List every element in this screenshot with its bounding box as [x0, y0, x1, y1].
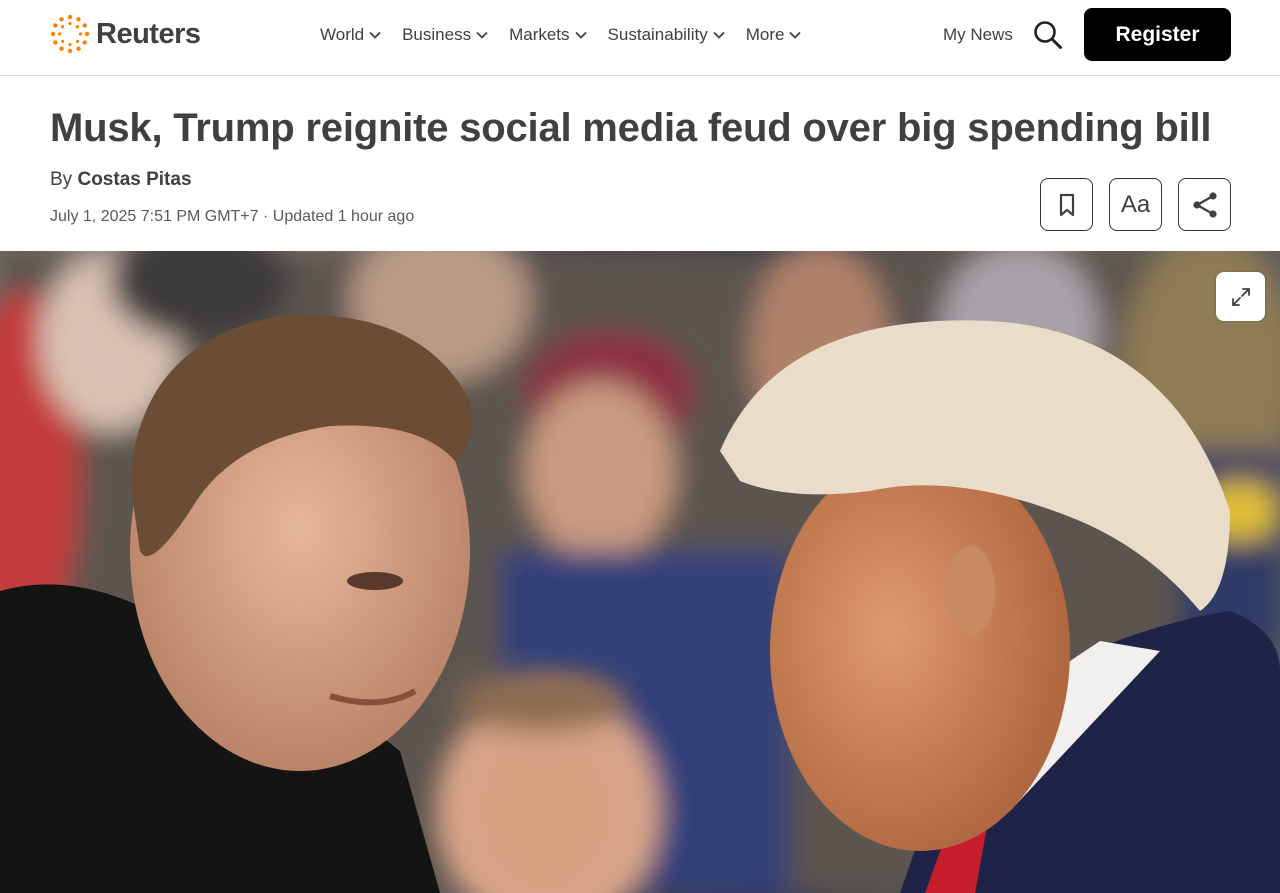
chevron-down-icon	[789, 31, 802, 39]
chevron-down-icon	[369, 31, 381, 39]
nav-item-markets[interactable]: Markets	[509, 22, 587, 48]
photo-illustration	[0, 251, 1280, 893]
nav-item-label: Business	[402, 25, 472, 44]
nav-item-more[interactable]: More	[746, 22, 803, 48]
search-button[interactable]	[1032, 19, 1064, 51]
article-headline: Musk, Trump reignite social media feud o…	[50, 106, 1212, 150]
lead-photo[interactable]	[0, 251, 1280, 893]
text-size-label: Aa	[1120, 190, 1151, 218]
nav-item-sustainability[interactable]: Sustainability	[608, 22, 726, 48]
expand-photo-button[interactable]	[1216, 272, 1265, 321]
nav-item-label: More	[745, 25, 785, 44]
brand-name: Reuters	[96, 17, 201, 50]
byline: By Costas Pitas	[50, 169, 192, 191]
nav-item-business[interactable]: Business	[402, 22, 489, 48]
main-nav: World Business Markets Sustainability Mo…	[320, 22, 802, 48]
bookmark-button[interactable]	[1040, 178, 1093, 231]
chevron-down-icon	[713, 31, 725, 39]
byline-prefix: By	[50, 169, 73, 190]
nav-item-label: Markets	[509, 25, 570, 44]
text-size-button[interactable]: Aa	[1109, 178, 1162, 231]
author-link[interactable]: Costas Pitas	[77, 169, 191, 190]
bookmark-icon	[1059, 193, 1074, 216]
reuters-logo[interactable]: Reuters	[50, 14, 201, 54]
chevron-down-icon	[574, 31, 587, 39]
register-button[interactable]: Register	[1084, 8, 1231, 61]
nav-item-world[interactable]: World	[320, 22, 382, 48]
share-button[interactable]	[1178, 178, 1231, 231]
search-icon	[1034, 21, 1062, 49]
nav-item-label: Sustainability	[607, 25, 708, 44]
article-dateline: July 1, 2025 7:51 PM GMT+7 · Updated 1 h…	[50, 208, 415, 225]
chevron-down-icon	[476, 31, 488, 39]
share-icon	[1192, 191, 1217, 218]
nav-item-label: World	[320, 25, 365, 44]
my-news-link[interactable]: My News	[943, 25, 1013, 45]
reuters-logo-icon	[50, 14, 90, 54]
expand-icon	[1231, 287, 1250, 306]
site-header: Reuters World Business Markets Sustainab…	[0, 0, 1280, 76]
